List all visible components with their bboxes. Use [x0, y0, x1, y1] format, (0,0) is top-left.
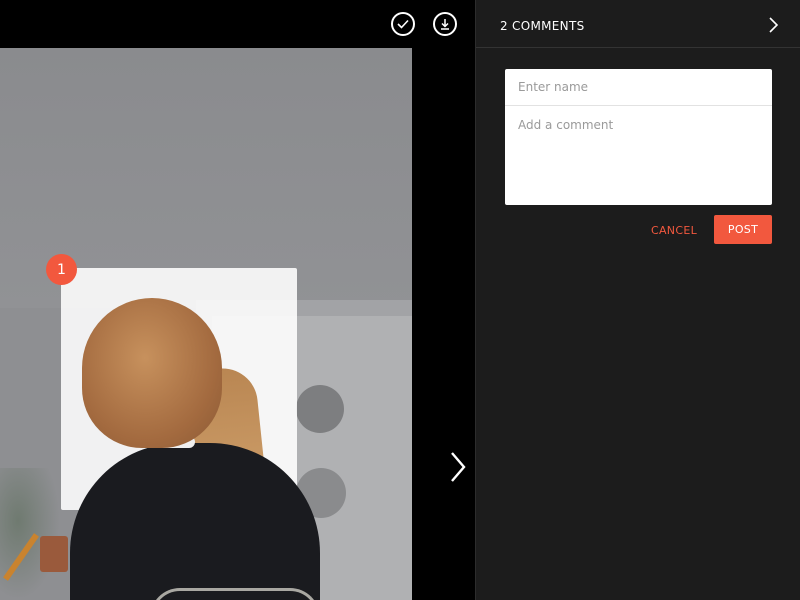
photo-wall-decoration: [296, 385, 344, 433]
comment-input[interactable]: [505, 106, 772, 205]
approve-button[interactable]: [391, 12, 415, 36]
image-viewer: 1: [0, 0, 475, 600]
chevron-right-icon[interactable]: [766, 16, 780, 34]
cancel-button[interactable]: CANCEL: [651, 224, 697, 237]
viewer-toolbar: [0, 0, 475, 48]
photo-pot: [40, 536, 68, 572]
photo-chair: [150, 588, 320, 600]
photo-image[interactable]: [0, 48, 412, 600]
photo-head: [82, 298, 222, 448]
comments-panel: 2 COMMENTS CANCEL POST: [475, 0, 800, 600]
next-image-icon[interactable]: [448, 450, 468, 484]
checkmark-icon: [397, 19, 409, 29]
comment-form: [505, 69, 772, 205]
annotation-marker[interactable]: 1: [46, 254, 77, 285]
download-button[interactable]: [433, 12, 457, 36]
download-icon: [441, 19, 449, 30]
comments-header: 2 COMMENTS: [476, 0, 800, 48]
comments-count: 2 COMMENTS: [500, 19, 585, 33]
photo-plant: [0, 468, 60, 600]
name-input[interactable]: [505, 69, 772, 106]
post-button[interactable]: POST: [714, 215, 772, 244]
